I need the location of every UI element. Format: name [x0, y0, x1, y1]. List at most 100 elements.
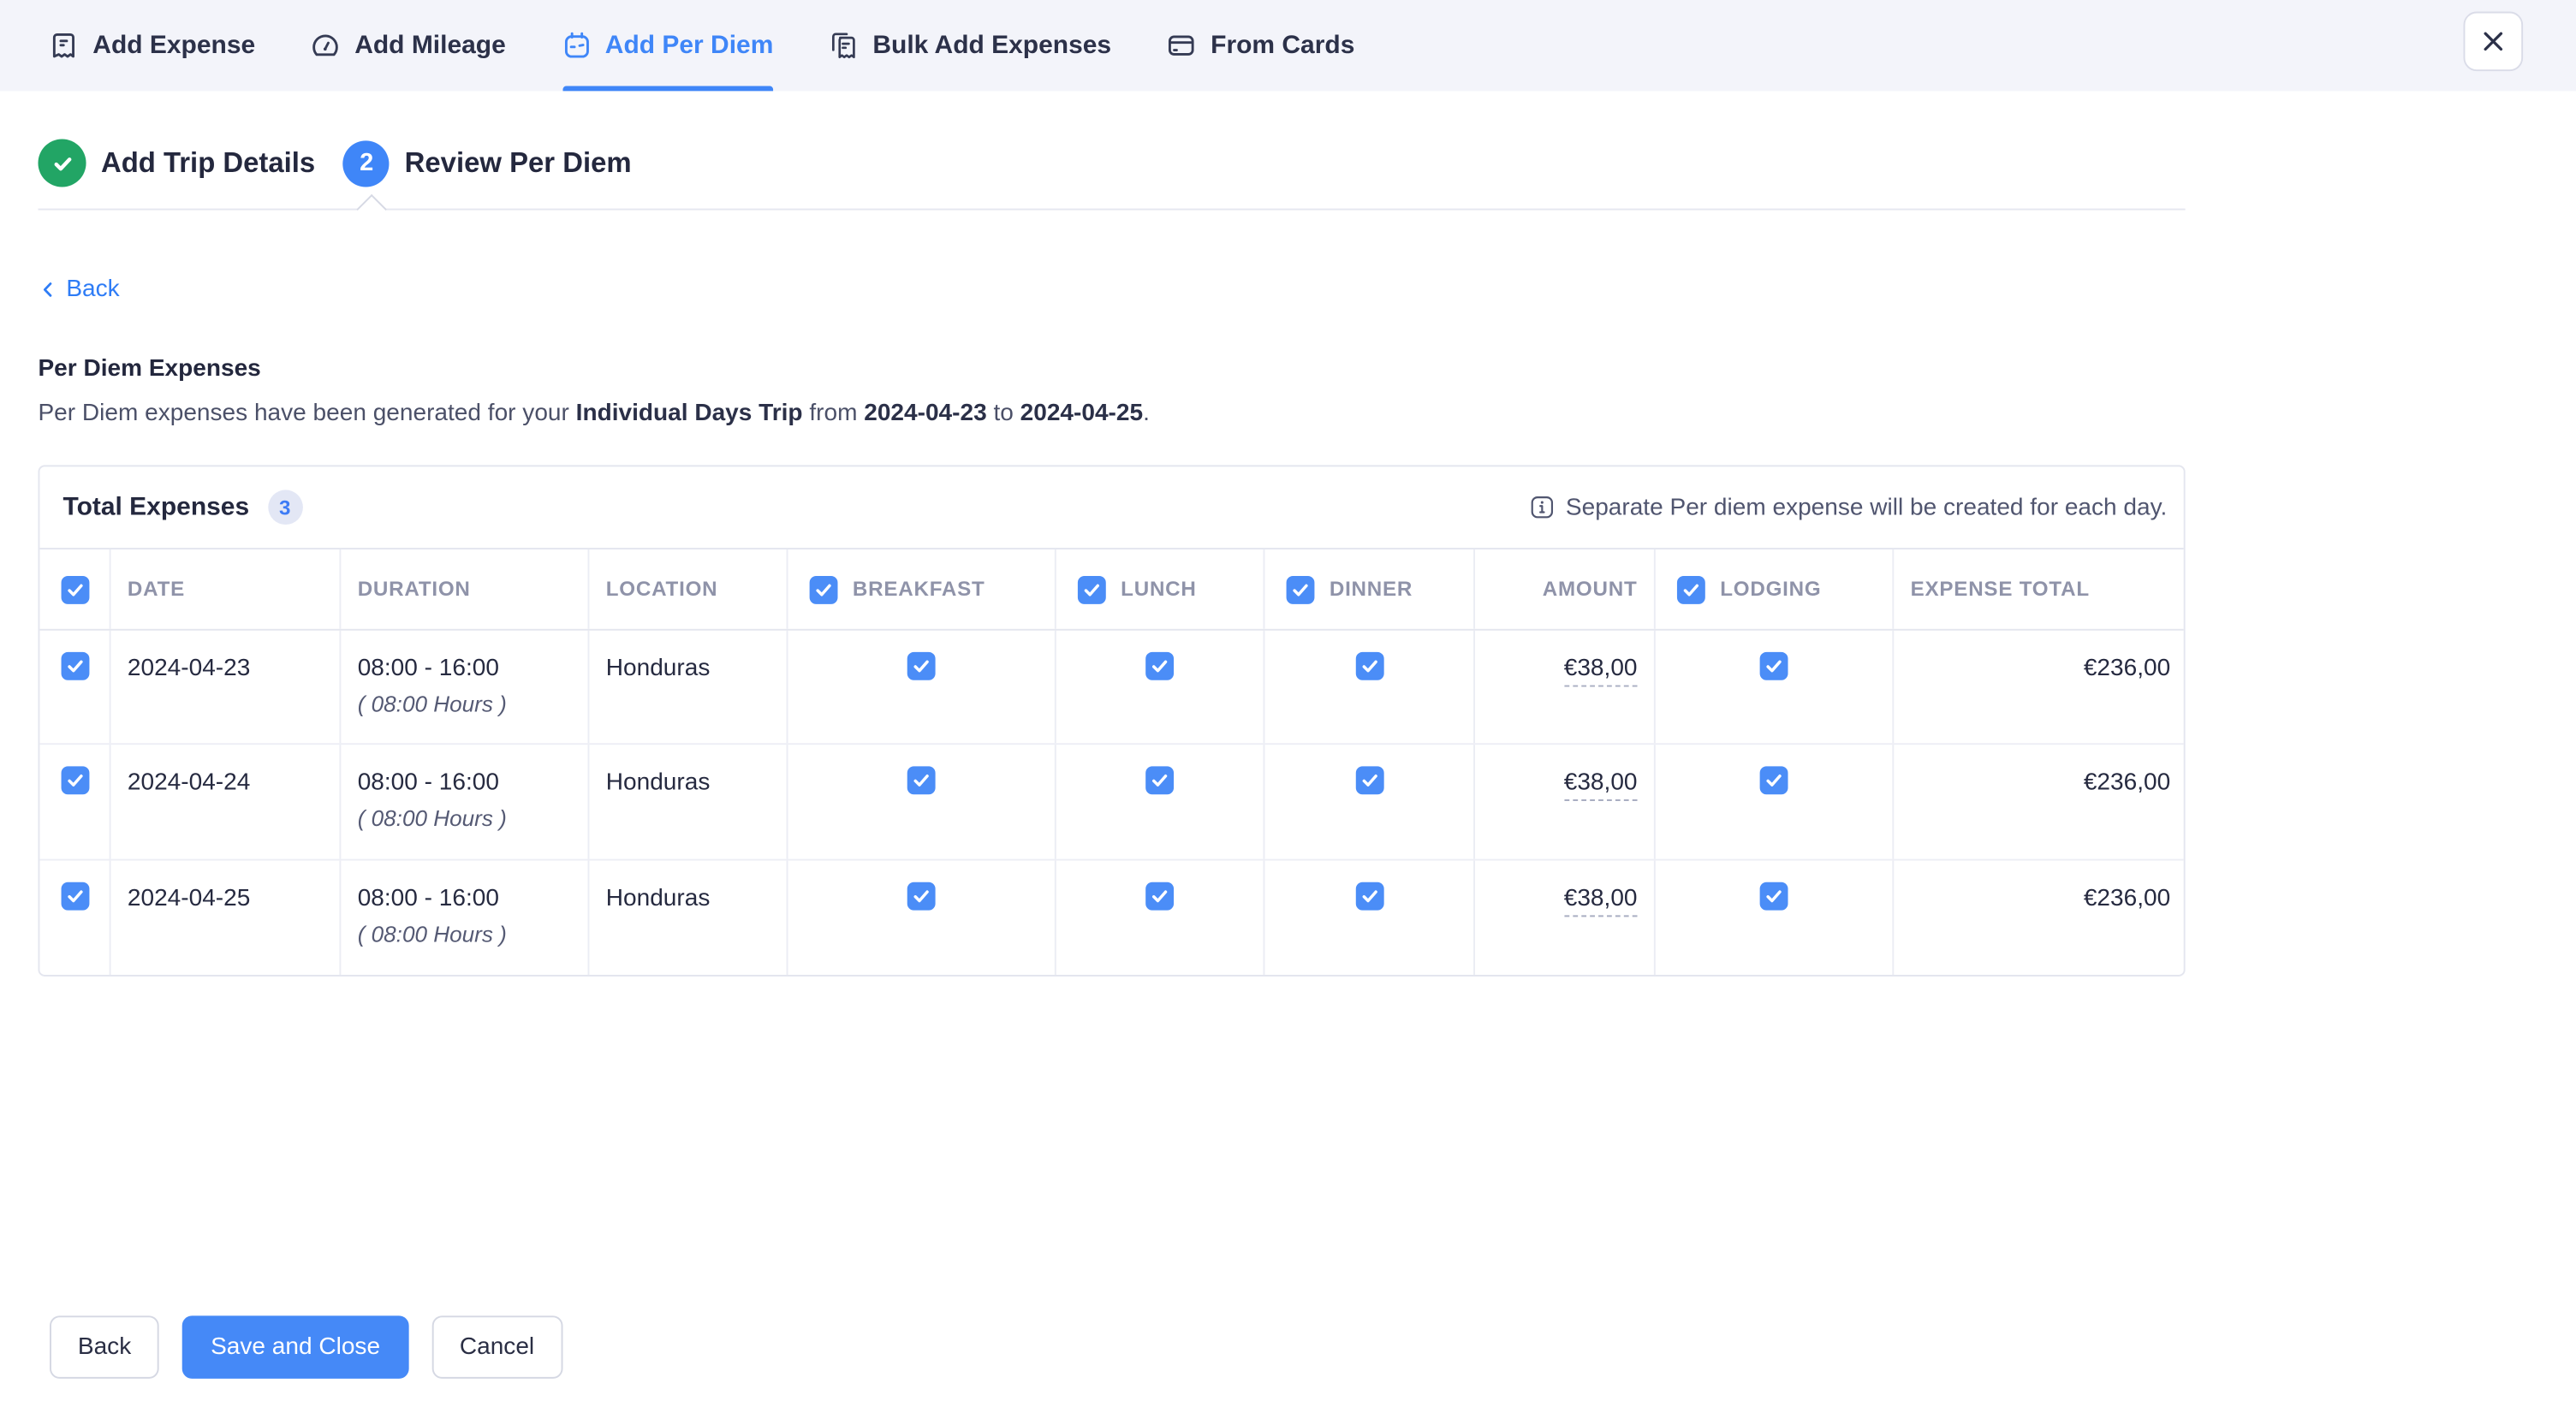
- dinner-checkbox[interactable]: [1355, 882, 1383, 910]
- section-title: Per Diem Expenses: [38, 356, 2576, 383]
- trip-end-date: 2024-04-25: [1020, 401, 1143, 427]
- tab-add-per-diem[interactable]: Add Per Diem: [562, 0, 774, 91]
- row-select-checkbox[interactable]: [61, 767, 89, 795]
- step-divider: [38, 209, 2185, 211]
- col-header-duration: DURATION: [341, 549, 589, 629]
- cell-expense-total: €236,00: [1894, 631, 2185, 744]
- cell-date: 2024-04-24: [111, 745, 342, 858]
- trip-start-date: 2024-04-23: [864, 401, 986, 427]
- trip-name: Individual Days Trip: [576, 401, 803, 427]
- dinner-all-checkbox[interactable]: [1287, 575, 1315, 603]
- back-button[interactable]: Back: [50, 1315, 159, 1378]
- step-label: Add Trip Details: [101, 146, 315, 180]
- select-all-checkbox[interactable]: [61, 575, 89, 603]
- time-range: 08:00 - 16:00: [358, 770, 588, 797]
- amount-editable[interactable]: €38,00: [1564, 885, 1638, 917]
- hours-note: ( 08:00 Hours ): [358, 921, 588, 946]
- tab-label: Add Per Diem: [605, 31, 774, 61]
- description-text: .: [1143, 401, 1150, 427]
- hours-note: ( 08:00 Hours ): [358, 806, 588, 831]
- amount-editable[interactable]: €38,00: [1564, 656, 1638, 687]
- tab-label: Add Expense: [92, 31, 255, 61]
- table-row: 2024-04-23 08:00 - 16:00 ( 08:00 Hours )…: [39, 631, 2183, 745]
- tab-bulk-add-expenses[interactable]: Bulk Add Expenses: [830, 0, 1111, 91]
- col-header-date: DATE: [111, 549, 342, 629]
- breakfast-checkbox[interactable]: [907, 767, 936, 795]
- step-review-per-diem[interactable]: 2 Review Per Diem: [343, 140, 632, 186]
- cell-date: 2024-04-25: [111, 860, 342, 975]
- row-select-checkbox[interactable]: [61, 652, 89, 680]
- cell-location: Honduras: [589, 631, 788, 744]
- table-header-strip: Total Expenses 3 Separate Per diem expen…: [39, 466, 2183, 549]
- tab-add-expense[interactable]: Add Expense: [50, 0, 255, 91]
- section-description: Per Diem expenses have been generated fo…: [38, 401, 2576, 427]
- tab-from-cards[interactable]: From Cards: [1168, 0, 1355, 91]
- footer-actions: Back Save and Close Cancel: [50, 1315, 562, 1378]
- cell-duration: 08:00 - 16:00 ( 08:00 Hours ): [341, 745, 589, 858]
- table-column-header-row: DATE DURATION LOCATION BREAKFAST LUNCH D…: [39, 549, 2183, 631]
- back-link-label: Back: [66, 276, 119, 303]
- lunch-all-checkbox[interactable]: [1078, 575, 1106, 603]
- lunch-checkbox[interactable]: [1145, 882, 1174, 910]
- table-note-text: Separate Per diem expense will be create…: [1566, 494, 2167, 520]
- lunch-checkbox[interactable]: [1145, 767, 1174, 795]
- receipts-stack-icon: [830, 32, 858, 60]
- close-icon: [2478, 27, 2508, 56]
- step-label: Review Per Diem: [405, 146, 632, 180]
- row-select-checkbox[interactable]: [61, 882, 89, 910]
- description-text: to: [987, 401, 1020, 427]
- close-button[interactable]: [2463, 12, 2523, 72]
- dinner-checkbox[interactable]: [1355, 652, 1383, 680]
- time-range: 08:00 - 16:00: [358, 885, 588, 911]
- info-icon: [1529, 495, 1554, 519]
- cell-duration: 08:00 - 16:00 ( 08:00 Hours ): [341, 631, 589, 744]
- breakfast-all-checkbox[interactable]: [810, 575, 838, 603]
- time-range: 08:00 - 16:00: [358, 656, 588, 682]
- lodging-checkbox[interactable]: [1760, 882, 1788, 910]
- gauge-icon: [312, 32, 340, 60]
- cell-location: Honduras: [589, 860, 788, 975]
- per-diem-expenses-table: Total Expenses 3 Separate Per diem expen…: [38, 465, 2185, 976]
- tab-label: Add Mileage: [354, 31, 506, 61]
- back-link[interactable]: Back: [38, 276, 119, 303]
- table-title: Total Expenses: [62, 492, 249, 522]
- dinner-checkbox[interactable]: [1355, 767, 1383, 795]
- lodging-checkbox[interactable]: [1760, 767, 1788, 795]
- col-header-lunch: LUNCH: [1121, 578, 1196, 601]
- lodging-checkbox[interactable]: [1760, 652, 1788, 680]
- credit-card-icon: [1168, 32, 1196, 60]
- tab-label: Bulk Add Expenses: [872, 31, 1111, 61]
- lodging-all-checkbox[interactable]: [1677, 575, 1705, 603]
- cell-expense-total: €236,00: [1894, 860, 2185, 975]
- col-header-expense-total: EXPENSE TOTAL: [1894, 549, 2185, 629]
- col-header-lodging: LODGING: [1720, 578, 1821, 601]
- breakfast-checkbox[interactable]: [907, 652, 936, 680]
- step-add-trip-details[interactable]: Add Trip Details: [38, 139, 315, 187]
- expense-tab-bar: Add Expense Add Mileage Add Per Diem: [0, 0, 2576, 91]
- hours-note: ( 08:00 Hours ): [358, 692, 588, 716]
- cell-date: 2024-04-23: [111, 631, 342, 744]
- description-text: from: [803, 401, 865, 427]
- table-row: 2024-04-25 08:00 - 16:00 ( 08:00 Hours )…: [39, 860, 2183, 975]
- cell-expense-total: €236,00: [1894, 745, 2185, 858]
- col-header-breakfast: BREAKFAST: [853, 578, 985, 601]
- amount-editable[interactable]: €38,00: [1564, 770, 1638, 802]
- lunch-checkbox[interactable]: [1145, 652, 1174, 680]
- description-text: Per Diem expenses have been generated fo…: [38, 401, 575, 427]
- table-note: Separate Per diem expense will be create…: [1529, 494, 2167, 520]
- table-row: 2024-04-24 08:00 - 16:00 ( 08:00 Hours )…: [39, 745, 2183, 860]
- calendar-smile-icon: [562, 32, 591, 60]
- step-done-check-icon: [38, 139, 86, 187]
- chevron-left-icon: [38, 280, 57, 300]
- tab-add-mileage[interactable]: Add Mileage: [312, 0, 506, 91]
- cell-location: Honduras: [589, 745, 788, 858]
- add-per-diem-modal: Add Expense Add Mileage Add Per Diem: [0, 0, 2576, 1401]
- breakfast-checkbox[interactable]: [907, 882, 936, 910]
- save-and-close-button[interactable]: Save and Close: [182, 1315, 408, 1378]
- receipt-icon: [50, 32, 78, 60]
- step-number-badge: 2: [343, 140, 390, 186]
- col-header-amount: AMOUNT: [1475, 549, 1656, 629]
- cell-duration: 08:00 - 16:00 ( 08:00 Hours ): [341, 860, 589, 975]
- col-header-location: LOCATION: [589, 549, 788, 629]
- cancel-button[interactable]: Cancel: [431, 1315, 562, 1378]
